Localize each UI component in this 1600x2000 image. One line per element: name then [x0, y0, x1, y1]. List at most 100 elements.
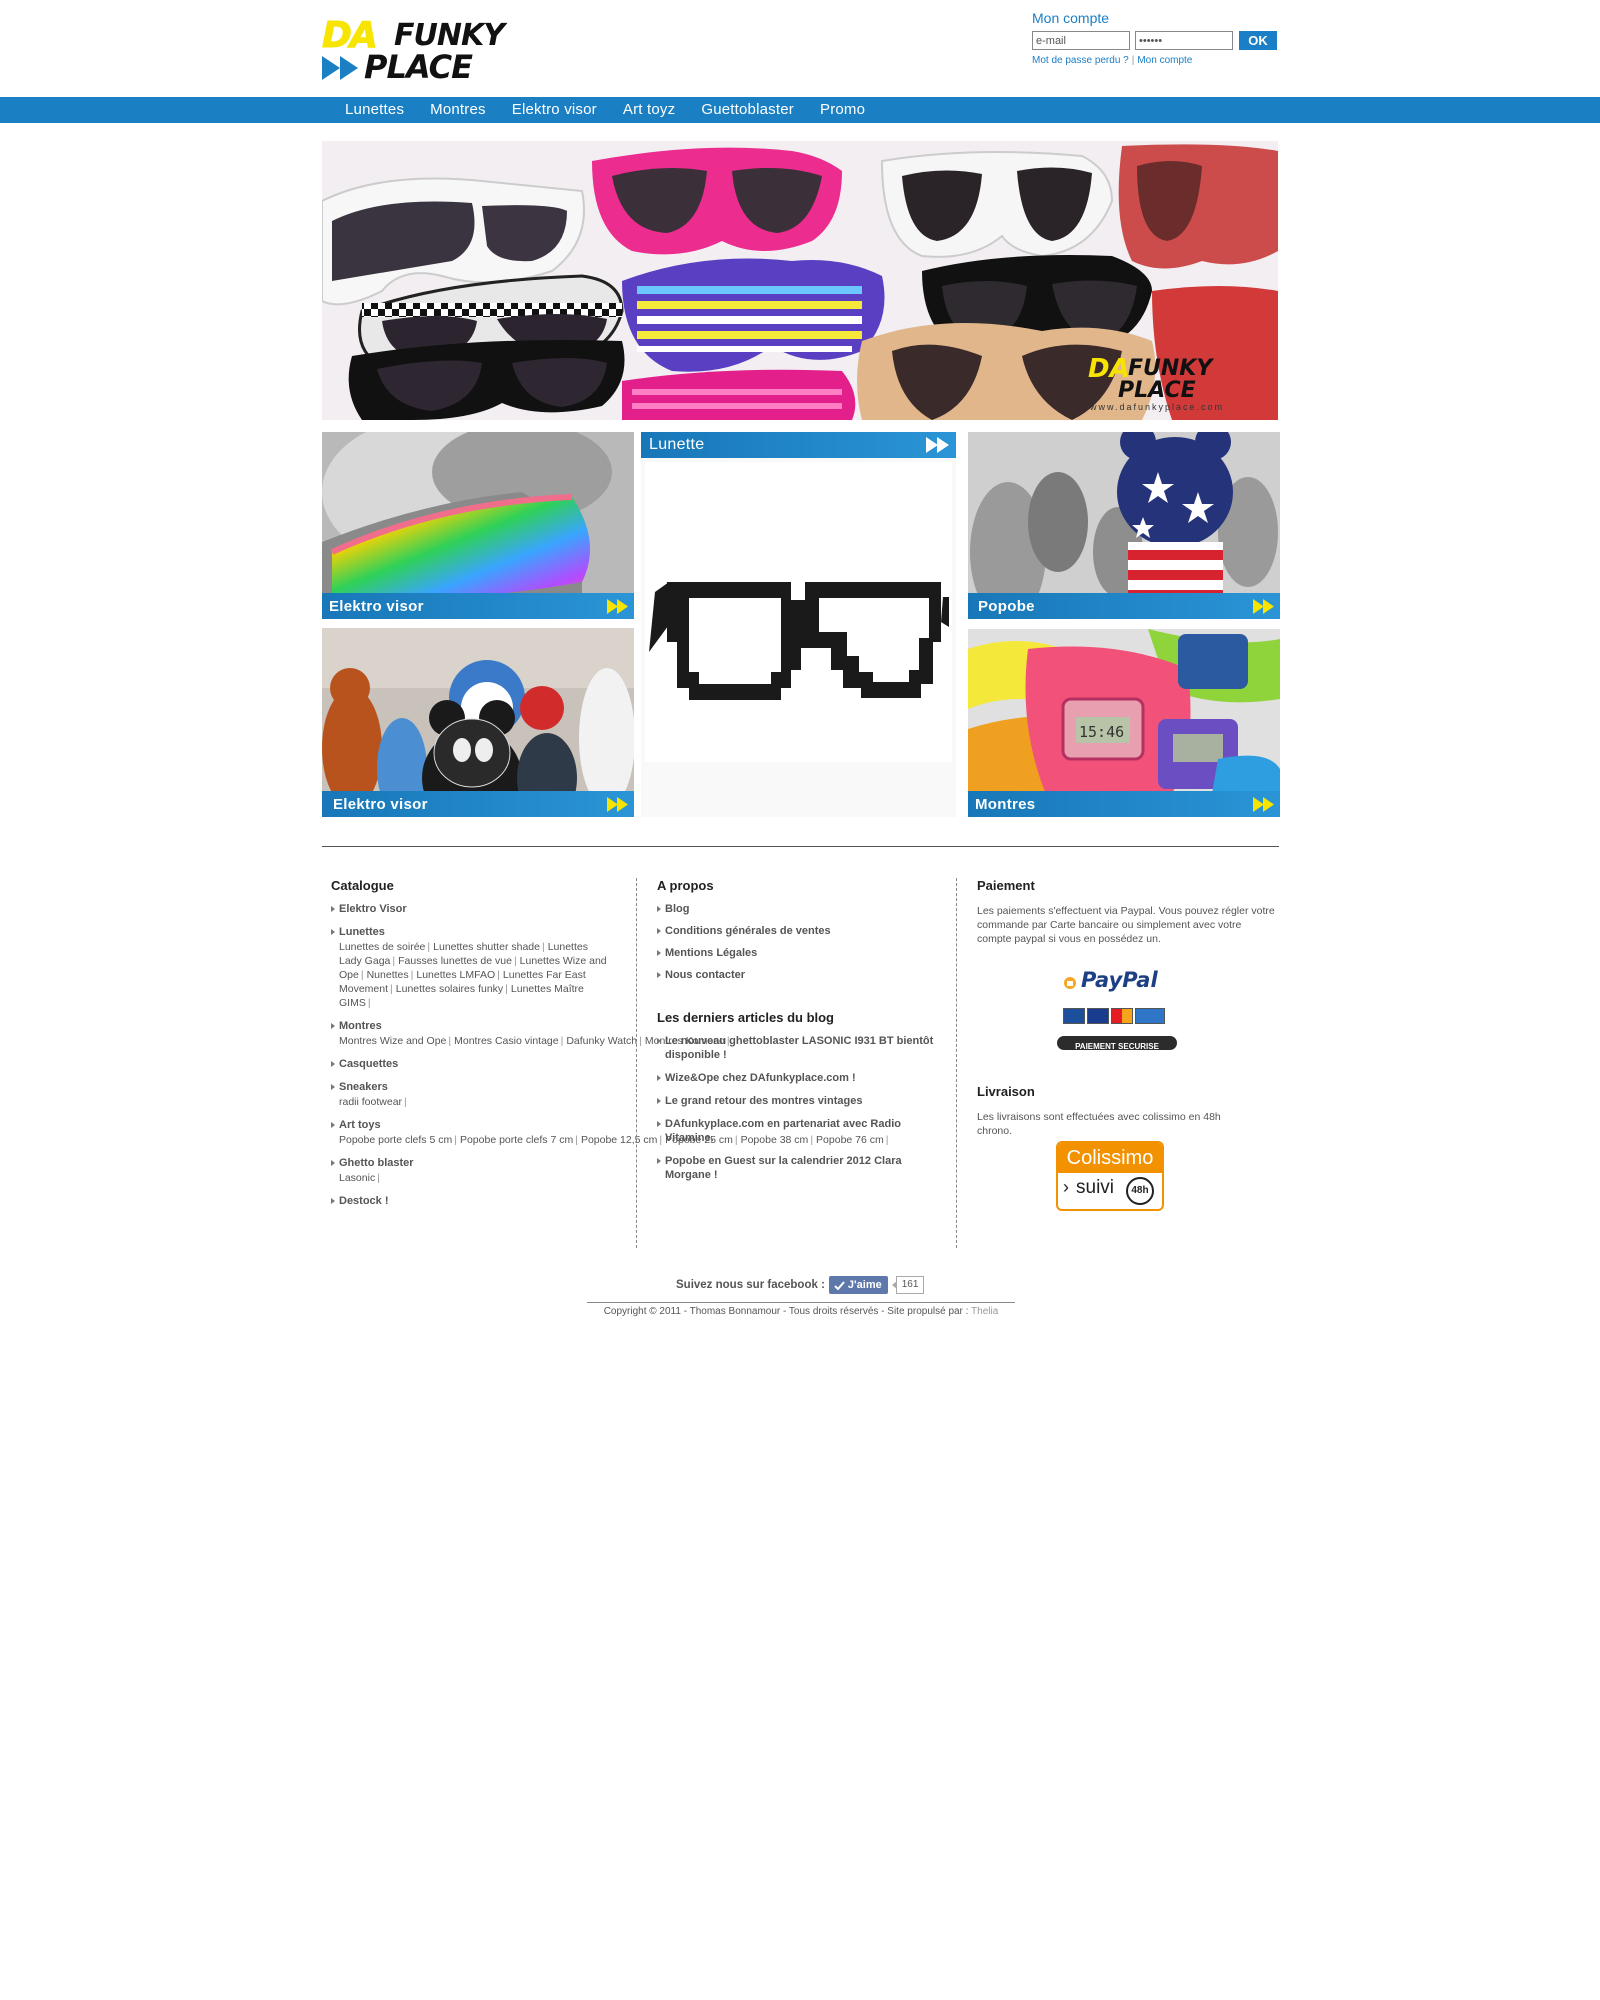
tile-label: Elektro visor: [329, 598, 424, 615]
email-field[interactable]: [1032, 31, 1130, 50]
card-logos: [1063, 1008, 1165, 1024]
catalogue-section-link[interactable]: Art toys: [331, 1118, 611, 1132]
footer-separator: [956, 878, 957, 1248]
popobe-bear-image: [968, 432, 1280, 619]
livraison-title: Livraison: [977, 1084, 1035, 1099]
catalogue-section-link[interactable]: Elektro Visor: [331, 902, 611, 916]
tile-elektro-visor-bottom[interactable]: Elektro visor: [322, 628, 634, 817]
site-logo[interactable]: DA FUNKY PLACE: [322, 17, 548, 86]
apropos-link-cgv[interactable]: Conditions générales de ventes: [657, 924, 947, 938]
visa-icon: [1087, 1008, 1109, 1024]
blog-article-link[interactable]: Wize&Ope chez DAfunkyplace.com !: [657, 1071, 947, 1085]
apropos-link-mentions[interactable]: Mentions Légales: [657, 946, 947, 960]
catalogue-section: Montres Montres Wize and Ope | Montres Cas…: [331, 1019, 730, 1048]
paypal-secure-text: PAIEMENT SECURISE: [1075, 1042, 1159, 1051]
catalogue-sub-link[interactable]: Montres Casio vintage: [454, 1035, 558, 1047]
facebook-bar: Suivez nous sur facebook : J'aime 161: [676, 1275, 925, 1295]
catalogue-sub-link[interactable]: Montres Wize and Ope: [339, 1035, 446, 1047]
apropos-link-blog[interactable]: Blog: [657, 902, 947, 916]
blog-article-link[interactable]: Le nouveau ghettoblaster LASONIC I931 BT…: [657, 1034, 947, 1062]
facebook-text: Suivez nous sur facebook :: [676, 1279, 825, 1291]
blog-article-link[interactable]: Popobe en Guest sur la calendrier 2012 C…: [657, 1154, 947, 1182]
nav-item-guettoblaster[interactable]: Guettoblaster: [688, 97, 807, 123]
blog-article-link[interactable]: DAfunkyplace.com en partenariat avec Rad…: [657, 1117, 927, 1145]
tile-label-bar: Montres: [968, 791, 1280, 817]
catalogue-section: Lunettes Lunettes de soirée | Lunettes shu…: [331, 925, 611, 1010]
feature-title: Lunette: [649, 436, 705, 453]
footer-catalogue: Catalogue Elektro Visor Lunettes Lunette…: [331, 878, 889, 1217]
catalogue-sub-link[interactable]: Popobe porte clefs 7 cm: [460, 1134, 573, 1146]
footer-apropos: A propos Blog Conditions générales de ve…: [657, 878, 947, 1190]
check-icon: [834, 1280, 845, 1290]
catalogue-sub-link[interactable]: radii footwear: [339, 1096, 402, 1108]
colissimo-chevron-icon: ›: [1063, 1177, 1069, 1197]
tile-label: Popobe: [978, 598, 1035, 615]
catalogue-sub-link[interactable]: Nunettes: [367, 969, 409, 981]
catalogue-section: Ghetto blaster Lasonic |: [331, 1156, 611, 1185]
footer-separator: [636, 878, 637, 1248]
feature-header: Lunette: [641, 432, 956, 458]
nav-item-montres[interactable]: Montres: [417, 97, 499, 123]
tile-montres[interactable]: 15:46 Montres: [968, 629, 1280, 817]
copyright-divider: [587, 1302, 1015, 1303]
tile-label: Elektro visor: [333, 796, 428, 813]
catalogue-section: Destock !: [331, 1194, 611, 1208]
catalogue-sub-link[interactable]: Lunettes de soirée: [339, 941, 425, 953]
livraison-text: Les livraisons sont effectuées avec coli…: [977, 1111, 1221, 1137]
colissimo-label: Colissimo: [1066, 1147, 1154, 1169]
catalogue-sub-link[interactable]: Fausses lunettes de vue: [398, 955, 512, 967]
content-divider: [322, 846, 1279, 847]
like-label: J'aime: [847, 1279, 882, 1291]
nav-item-lunettes[interactable]: Lunettes: [332, 97, 417, 123]
catalogue-sub-link[interactable]: Lunettes solaires funky: [396, 983, 503, 995]
visor-product-image: [322, 432, 634, 619]
apropos-link-contact[interactable]: Nous contacter: [657, 968, 947, 982]
tile-label-bar: Elektro visor: [322, 791, 634, 817]
catalogue-sub-link[interactable]: Lasonic: [339, 1172, 375, 1184]
catalogue-section-link[interactable]: Casquettes: [331, 1057, 611, 1071]
tile-label: Montres: [975, 796, 1036, 813]
copyright-text: Copyright © 2011 - Thomas Bonnamour - To…: [603, 1306, 972, 1317]
catalogue-title: Catalogue: [331, 878, 394, 893]
double-arrow-icon: [1253, 599, 1274, 614]
thelia-link[interactable]: Thelia: [971, 1306, 998, 1317]
catalogue-sub-link[interactable]: Popobe 12,5 cm: [581, 1134, 657, 1146]
catalogue-section-link[interactable]: Destock !: [331, 1194, 611, 1208]
catalogue-section-link[interactable]: Ghetto blaster: [331, 1156, 611, 1170]
copyright: Copyright © 2011 - Thomas Bonnamour - To…: [587, 1306, 1015, 1317]
paypal-lock-icon: [1064, 977, 1076, 989]
logo-place-text: PLACE: [364, 48, 473, 86]
catalogue-sub-link[interactable]: Popobe porte clefs 5 cm: [339, 1134, 452, 1146]
tile-label-bar: Popobe: [968, 593, 1280, 619]
site-header: DA FUNKY PLACE Mon compte OK Mot de pass…: [0, 0, 1600, 97]
tile-elektro-visor-top[interactable]: Elektro visor: [322, 432, 634, 619]
my-account-link[interactable]: Mon compte: [1137, 55, 1192, 66]
password-field[interactable]: [1135, 31, 1233, 50]
paypal-badge: PayPal PAIEMENT SECURISE: [1057, 966, 1179, 1054]
banner-logo-url: www.dafunkyplace.com: [1090, 402, 1225, 412]
blog-title: Les derniers articles du blog: [657, 1010, 834, 1025]
lost-password-link[interactable]: Mot de passe perdu ?: [1032, 55, 1129, 66]
catalogue-sub-link[interactable]: Dafunky Watch: [566, 1035, 637, 1047]
catalogue-section: Art toys Popobe porte clefs 5 cm | Popobe …: [331, 1118, 889, 1147]
like-count: 161: [891, 1276, 925, 1294]
art-toys-image: [322, 628, 634, 817]
nav-item-elektro-visor[interactable]: Elektro visor: [499, 97, 610, 123]
nav-item-art-toyz[interactable]: Art toyz: [610, 97, 688, 123]
blog-article-link[interactable]: Le grand retour des montres vintages: [657, 1094, 947, 1108]
nav-item-promo[interactable]: Promo: [807, 97, 878, 123]
catalogue-section-link[interactable]: Montres: [331, 1019, 611, 1033]
catalogue-section-link[interactable]: Sneakers: [331, 1080, 611, 1094]
apropos-title: A propos: [657, 878, 714, 893]
facebook-like-button[interactable]: J'aime: [828, 1276, 888, 1294]
catalogue-sub-link[interactable]: Lunettes LMFAO: [416, 969, 495, 981]
catalogue-section: Elektro Visor: [331, 902, 611, 916]
hero-banner[interactable]: DA FUNKY PLACE www.dafunkyplace.com: [322, 141, 1278, 420]
tile-popobe[interactable]: Popobe: [968, 432, 1280, 619]
feature-lunette-block[interactable]: Lunette: [641, 432, 956, 817]
catalogue-sub-link[interactable]: Lunettes shutter shade: [433, 941, 540, 953]
double-arrow-icon: [607, 797, 628, 812]
account-title: Mon compte: [1032, 10, 1110, 26]
catalogue-section-link[interactable]: Lunettes: [331, 925, 611, 939]
login-ok-button[interactable]: OK: [1239, 31, 1277, 50]
